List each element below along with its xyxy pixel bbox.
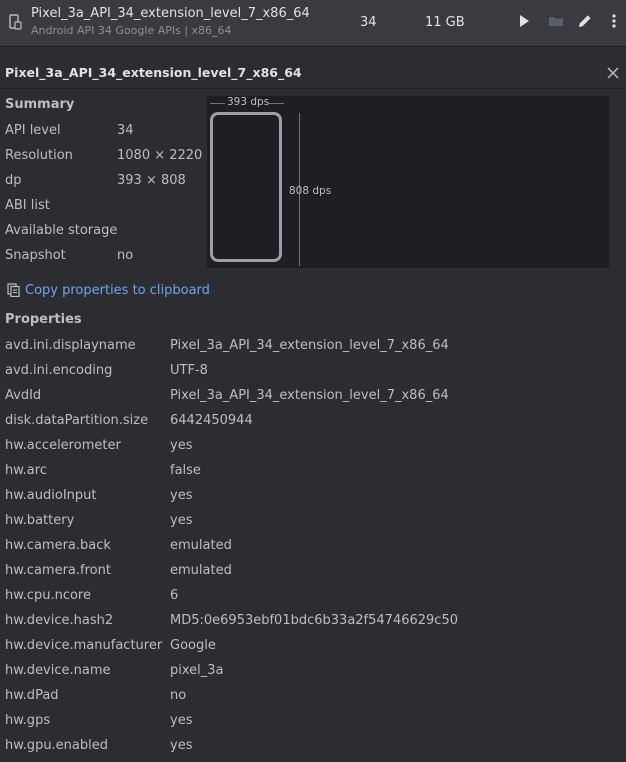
device-outline: [210, 112, 282, 262]
property-key: avd.ini.displayname: [5, 338, 136, 353]
property-value: yes: [170, 488, 193, 503]
property-value: 6442450944: [170, 413, 253, 428]
width-dimension-line: [269, 103, 284, 104]
property-key: AvdId: [5, 388, 42, 403]
play-icon[interactable]: [516, 13, 532, 29]
pencil-icon[interactable]: [577, 13, 593, 29]
property-value: yes: [170, 713, 193, 728]
property-key: hw.audioInput: [5, 488, 97, 503]
panel-title: Pixel_3a_API_34_extension_level_7_x86_64: [5, 65, 302, 80]
summary-key: dp: [5, 173, 22, 188]
property-value: false: [170, 463, 201, 478]
properties-heading: Properties: [5, 312, 82, 327]
property-key: hw.cpu.ncore: [5, 588, 91, 603]
width-label: 393 dps: [227, 96, 270, 108]
summary-key: Resolution: [5, 148, 73, 163]
property-value: UTF-8: [170, 363, 208, 378]
property-key: hw.device.hash2: [5, 613, 114, 628]
device-name: Pixel_3a_API_34_extension_level_7_x86_64: [31, 6, 310, 21]
property-value: yes: [170, 438, 193, 453]
property-key: hw.arc: [5, 463, 47, 478]
phone-icon: [9, 14, 22, 30]
property-value: emulated: [170, 563, 232, 578]
summary-key: ABI list: [5, 198, 50, 213]
property-key: hw.camera.back: [5, 538, 111, 553]
property-key: disk.dataPartition.size: [5, 413, 149, 428]
property-key: hw.gpu.enabled: [5, 738, 109, 753]
device-row[interactable]: Pixel_3a_API_34_extension_level_7_x86_64…: [0, 0, 626, 47]
property-value: yes: [170, 738, 193, 753]
clipboard-icon: [7, 283, 20, 297]
folder-icon[interactable]: [548, 13, 564, 29]
property-value: MD5:0e6953ebf01bdc6b33a2f54746629c50: [170, 613, 458, 628]
summary-key: Snapshot: [5, 248, 66, 263]
summary-value: 34: [117, 123, 134, 138]
property-key: hw.camera.front: [5, 563, 111, 578]
property-value: yes: [170, 513, 193, 528]
summary-heading: Summary: [5, 97, 75, 112]
property-key: hw.accelerometer: [5, 438, 121, 453]
device-size: 11 GB: [425, 15, 465, 30]
device-subtitle: Android API 34 Google APIs | x86_64: [31, 24, 232, 37]
property-key: hw.battery: [5, 513, 75, 528]
property-value: Google: [170, 638, 216, 653]
property-key: hw.device.manufacturer: [5, 638, 163, 653]
details-header: Pixel_3a_API_34_extension_level_7_x86_64: [0, 58, 626, 89]
close-icon[interactable]: [606, 66, 620, 80]
summary-key: API level: [5, 123, 61, 138]
summary-value: 1080 × 2220: [117, 148, 203, 163]
property-value: emulated: [170, 538, 232, 553]
summary-value: no: [117, 248, 134, 263]
property-value: Pixel_3a_API_34_extension_level_7_x86_64: [170, 388, 449, 403]
copy-properties-link[interactable]: Copy properties to clipboard: [25, 283, 210, 298]
height-label: 808 dps: [289, 185, 332, 197]
property-value: pixel_3a: [170, 663, 224, 678]
property-key: avd.ini.encoding: [5, 363, 113, 378]
property-value: no: [170, 688, 187, 703]
property-value: Pixel_3a_API_34_extension_level_7_x86_64: [170, 338, 449, 353]
device-preview: 393 dps 808 dps: [207, 96, 609, 268]
device-api-level: 34: [360, 15, 377, 30]
width-dimension-line: [210, 103, 225, 104]
property-key: hw.dPad: [5, 688, 59, 703]
more-vertical-icon[interactable]: [606, 13, 622, 29]
summary-key: Available storage: [5, 223, 118, 238]
summary-value: 393 × 808: [117, 173, 186, 188]
property-value: 6: [170, 588, 179, 603]
property-key: hw.device.name: [5, 663, 111, 678]
property-key: hw.gps: [5, 713, 51, 728]
